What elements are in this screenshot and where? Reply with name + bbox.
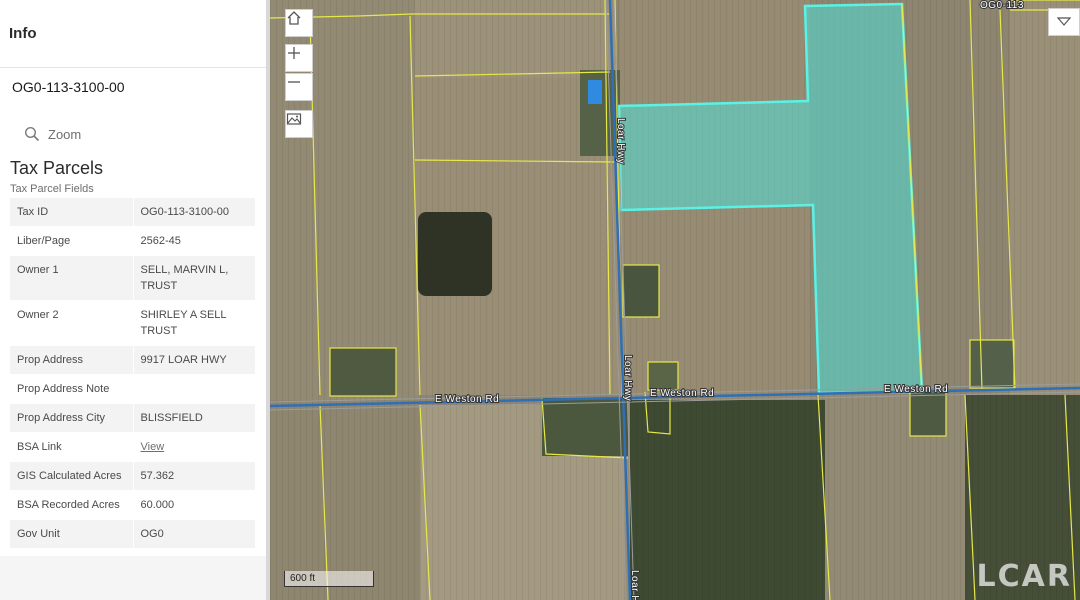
zoom-button[interactable]: Zoom xyxy=(24,120,266,148)
farmstead xyxy=(648,362,678,390)
panel-header-title: Info xyxy=(9,25,37,42)
farmstead xyxy=(623,265,659,317)
zoom-out-button[interactable] xyxy=(285,73,313,101)
road-label-weston-middle: E Weston Rd xyxy=(650,388,714,399)
field-label: Prop Address Note xyxy=(10,374,134,404)
table-row: Tax ID OG0-113-3100-00 xyxy=(10,198,255,227)
field-label: Prop Address City xyxy=(10,403,134,433)
info-panel: Info OG0-113-3100-00 Zoom Tax Parcels Ta… xyxy=(0,0,266,600)
zoom-in-button[interactable] xyxy=(285,44,313,72)
scale-label: 600 ft xyxy=(290,573,316,584)
farmstead xyxy=(330,348,396,396)
field-label: Tax ID xyxy=(10,198,134,227)
scale-bar: 600 ft xyxy=(284,571,374,587)
map-top-label: OG0-113 xyxy=(980,0,1024,11)
table-row: BSA Link View xyxy=(10,432,255,462)
field-value: 2562-45 xyxy=(133,226,255,256)
farmstead xyxy=(970,340,1014,388)
field-value xyxy=(133,374,255,404)
basemap-icon xyxy=(286,113,302,125)
zoom-out-icon xyxy=(288,81,300,83)
field-label: Prop Address xyxy=(10,345,134,375)
panel-footer xyxy=(0,556,266,600)
zoom-in-icon xyxy=(288,47,300,59)
search-icon xyxy=(24,126,40,142)
table-row: Liber/Page 2562-45 xyxy=(10,226,255,256)
feature-title: OG0-113-3100-00 xyxy=(12,79,125,95)
basemap-button[interactable] xyxy=(285,110,313,138)
woodlot xyxy=(418,212,492,296)
field-value: 57.362 xyxy=(133,461,255,491)
expand-button[interactable] xyxy=(1048,8,1080,36)
field-texture xyxy=(270,0,1080,600)
field-value: View xyxy=(133,432,255,462)
field-value: SHIRLEY A SELL TRUST xyxy=(133,300,255,346)
table-row: Prop Address Note xyxy=(10,374,255,404)
panel-header: Info xyxy=(0,0,266,68)
home-button[interactable] xyxy=(285,9,313,37)
table-row: GIS Calculated Acres 57.362 xyxy=(10,461,255,491)
road-label-loar-south: Loar H xyxy=(629,570,640,600)
zoom-label: Zoom xyxy=(48,126,82,142)
road-label-weston-east: E Weston Rd xyxy=(884,384,948,395)
field-label: Owner 2 xyxy=(10,300,134,346)
attribute-table: Tax ID OG0-113-3100-00 Liber/Page 2562-45 … xyxy=(10,198,255,578)
bsa-view-link[interactable]: View xyxy=(141,441,165,453)
map-view[interactable]: OG0-113 Loar Hwy Loar Hwy Loar H E Westo… xyxy=(266,0,1080,600)
road-label-loar-middle: Loar Hwy xyxy=(622,355,633,401)
field-value: SELL, MARVIN L, TRUST xyxy=(133,255,255,301)
field-label: Gov Unit xyxy=(10,519,134,549)
pond xyxy=(588,80,602,104)
field-value: 9917 LOAR HWY xyxy=(133,345,255,375)
layer-subtitle: Tax Parcel Fields xyxy=(10,183,94,195)
field-label: BSA Recorded Acres xyxy=(10,490,134,520)
aerial-map: OG0-113 Loar Hwy Loar Hwy Loar H E Westo… xyxy=(270,0,1080,600)
farmstead xyxy=(910,392,946,436)
table-row: Owner 2 SHIRLEY A SELL TRUST xyxy=(10,300,255,346)
table-row: Prop Address City BLISSFIELD xyxy=(10,403,255,433)
layer-title: Tax Parcels xyxy=(10,158,104,178)
field-value: 60.000 xyxy=(133,490,255,520)
lcar-logo: LCAR xyxy=(976,559,1072,594)
farmstead xyxy=(542,398,628,456)
table-row: Prop Address 9917 LOAR HWY xyxy=(10,345,255,375)
home-icon xyxy=(287,11,301,25)
field-label: Owner 1 xyxy=(10,255,134,301)
chevron-down-icon xyxy=(1057,17,1071,26)
field-value: OG0 xyxy=(133,519,255,549)
field-value: BLISSFIELD xyxy=(133,403,255,433)
road-label-weston-west: E Weston Rd xyxy=(435,394,499,405)
table-row: BSA Recorded Acres 60.000 xyxy=(10,490,255,520)
table-row: Owner 1 SELL, MARVIN L, TRUST xyxy=(10,255,255,301)
table-row: Gov Unit OG0 xyxy=(10,519,255,549)
field-label: BSA Link xyxy=(10,432,134,462)
field-label: GIS Calculated Acres xyxy=(10,461,134,491)
field-value: OG0-113-3100-00 xyxy=(133,198,255,227)
road-label-loar-north: Loar Hwy xyxy=(615,118,626,164)
field-label: Liber/Page xyxy=(10,226,134,256)
